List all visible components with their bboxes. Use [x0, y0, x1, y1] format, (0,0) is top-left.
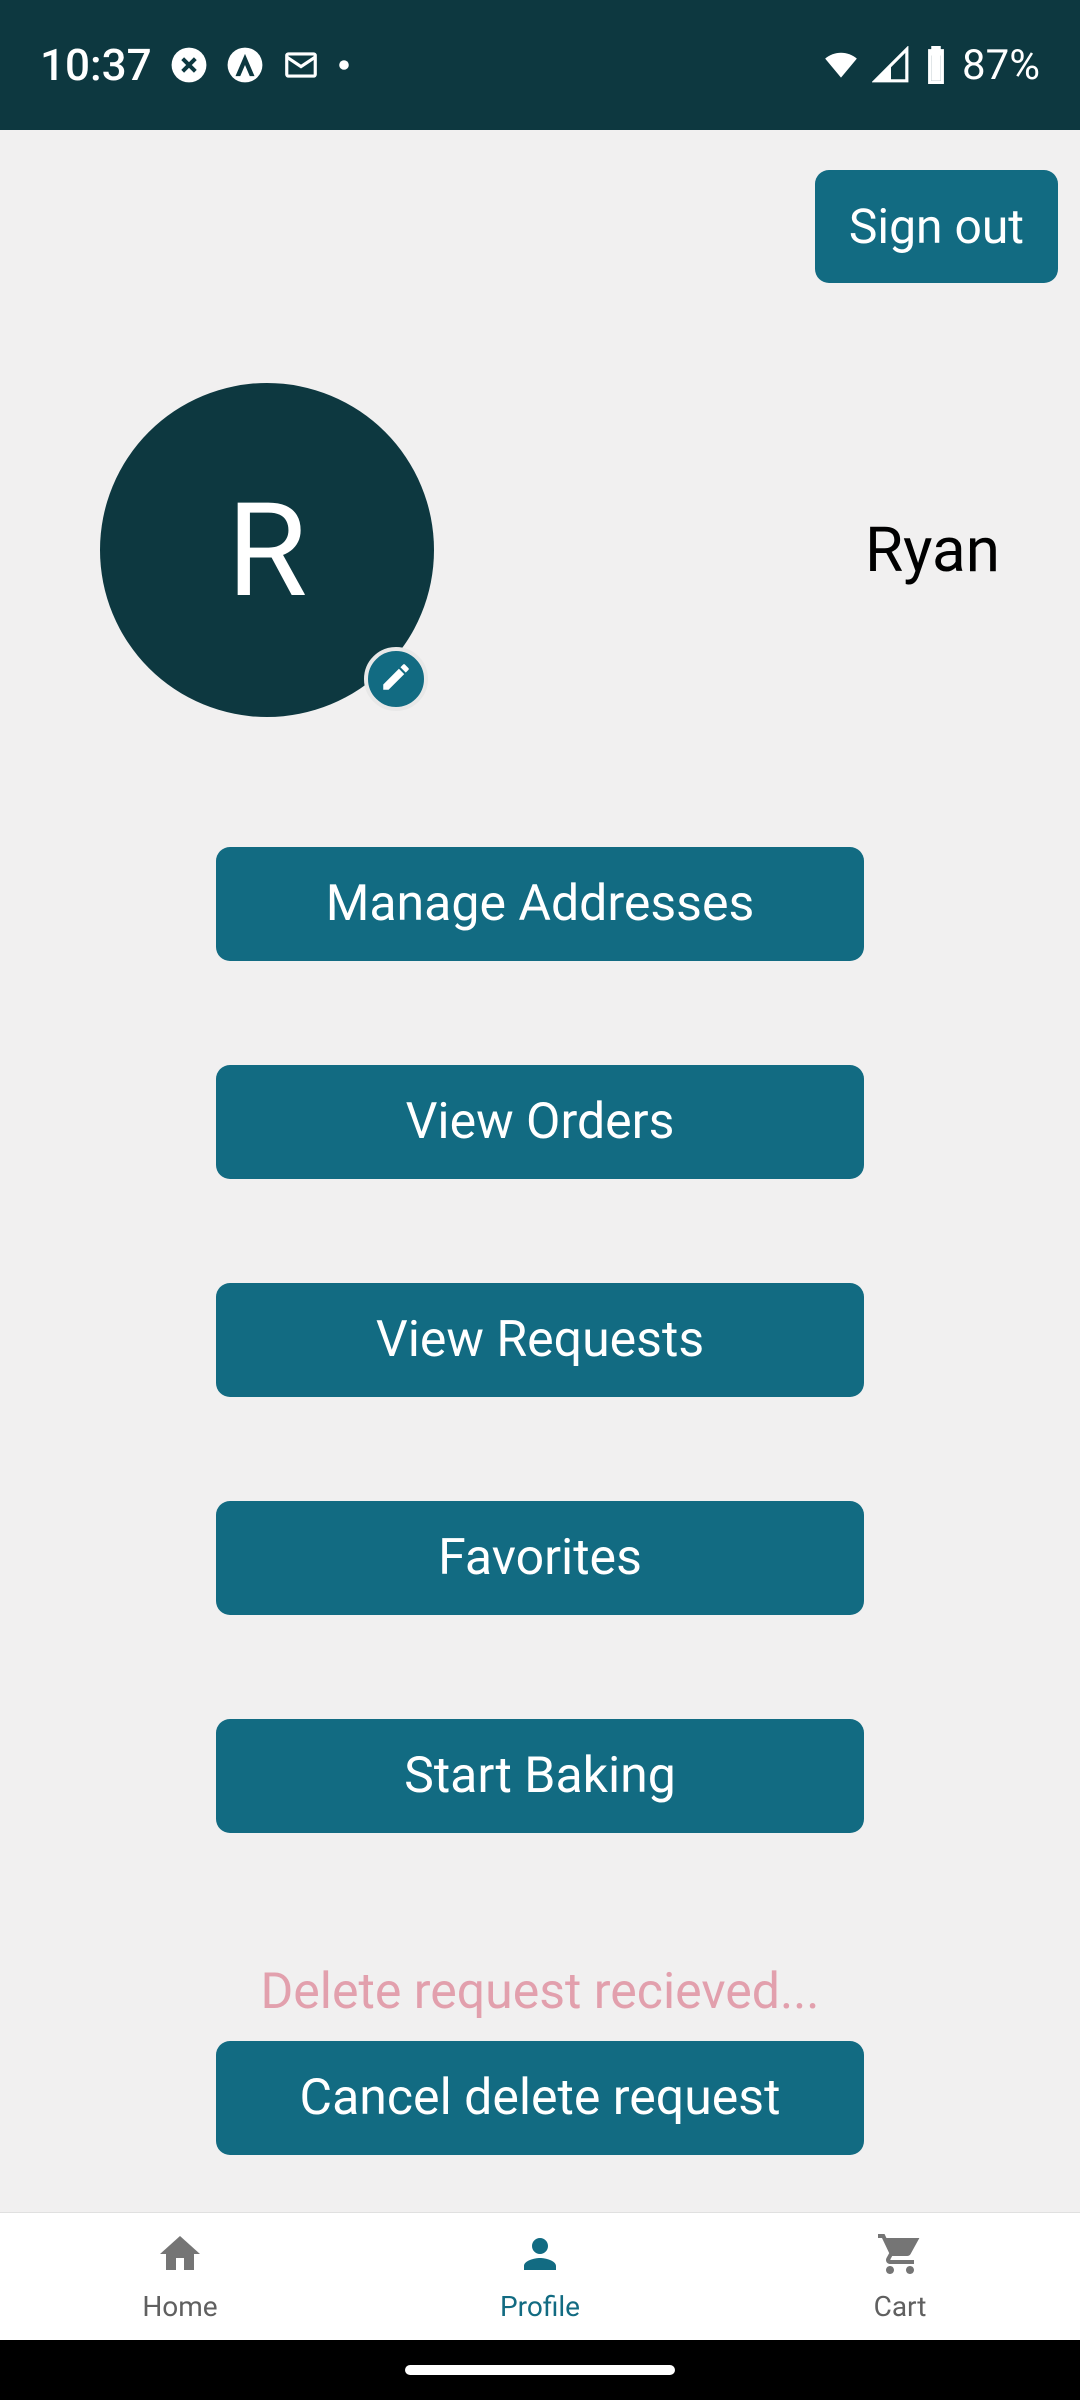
status-bar: 10:37 87% [0, 0, 1080, 130]
signout-row: Sign out [0, 130, 1080, 283]
battery-icon [922, 46, 950, 84]
nav-home[interactable]: Home [0, 2213, 360, 2340]
profile-header: R Ryan [0, 283, 1080, 717]
nav-profile[interactable]: Profile [360, 2213, 720, 2340]
nav-profile-label: Profile [500, 2290, 580, 2323]
nav-pill[interactable] [405, 2365, 675, 2375]
status-bar-left: 10:37 [40, 39, 350, 91]
nav-cart-label: Cart [874, 2290, 927, 2323]
wifi-icon [822, 46, 860, 84]
sign-out-button[interactable]: Sign out [815, 170, 1058, 283]
view-requests-button[interactable]: View Requests [216, 1283, 864, 1397]
nav-cart[interactable]: Cart [720, 2213, 1080, 2340]
dot-icon [338, 59, 350, 71]
tag-icon [170, 46, 208, 84]
start-baking-button[interactable]: Start Baking [216, 1719, 864, 1833]
edit-avatar-button[interactable] [364, 647, 428, 711]
cancel-delete-button[interactable]: Cancel delete request [216, 2041, 864, 2155]
view-orders-button[interactable]: View Orders [216, 1065, 864, 1179]
nav-home-label: Home [142, 2290, 217, 2323]
app-notification-icon [226, 46, 264, 84]
avatar-initial: R [227, 474, 307, 627]
cart-icon [876, 2230, 924, 2282]
bottom-nav: Home Profile Cart [0, 2212, 1080, 2340]
pencil-icon [379, 660, 413, 698]
avatar-wrapper: R [100, 383, 434, 717]
system-nav-bar [0, 2340, 1080, 2400]
delete-status-text: Delete request recieved... [260, 1963, 819, 2021]
status-bar-right: 87% [822, 41, 1040, 90]
app-content: Sign out R Ryan Manage Addresses View Or… [0, 130, 1080, 2212]
battery-percent: 87% [962, 41, 1040, 90]
action-buttons: Manage Addresses View Orders View Reques… [0, 717, 1080, 1833]
person-icon [516, 2230, 564, 2282]
cellular-icon [872, 46, 910, 84]
delete-section: Delete request recieved... Cancel delete… [0, 1833, 1080, 2155]
mail-icon [282, 46, 320, 84]
home-icon [156, 2230, 204, 2282]
favorites-button[interactable]: Favorites [216, 1501, 864, 1615]
profile-name: Ryan [865, 514, 1000, 587]
manage-addresses-button[interactable]: Manage Addresses [216, 847, 864, 961]
status-time: 10:37 [40, 39, 152, 91]
